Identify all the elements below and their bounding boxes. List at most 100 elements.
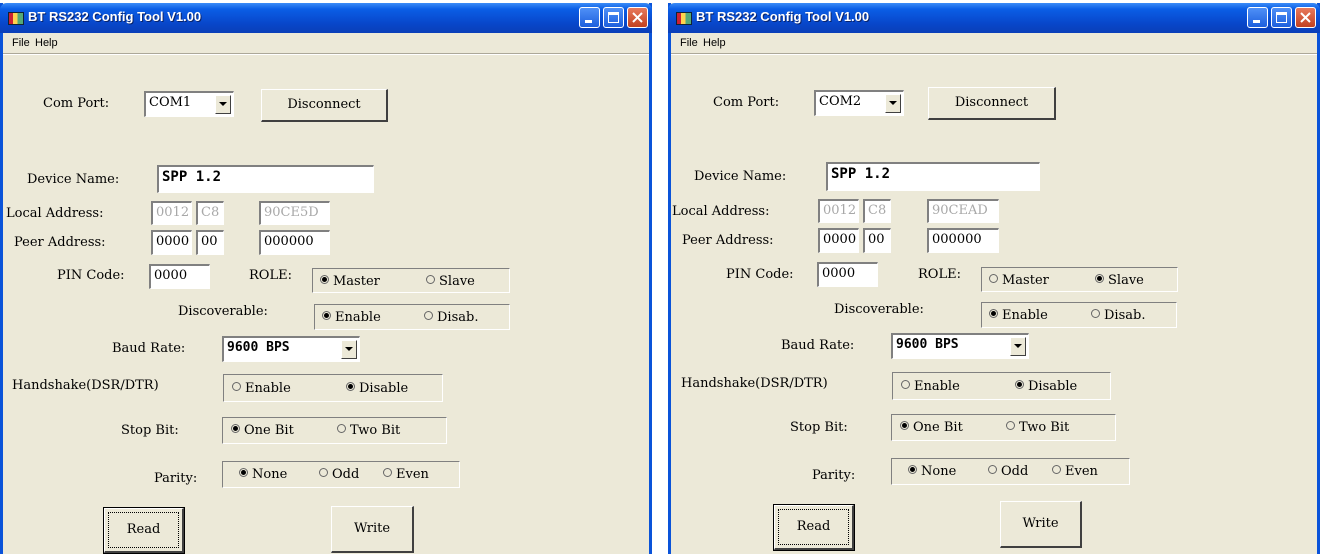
handshake-disable-radio[interactable]: Disable (346, 381, 408, 396)
radio-checked-icon (1095, 274, 1104, 283)
com-port-select[interactable]: COM1 (144, 91, 234, 117)
local-address-part-3: 90CE5D (259, 201, 330, 225)
menu-file[interactable]: File (680, 37, 698, 49)
discoverable-enable-radio[interactable]: Enable (989, 308, 1048, 323)
role-label: ROLE: (918, 267, 961, 282)
peer-address-part-2[interactable]: 00 (863, 228, 891, 253)
device-name-label: Device Name: (27, 172, 120, 187)
local-address-part-1: 0012 (818, 199, 859, 223)
write-button[interactable]: Write (1000, 501, 1082, 548)
close-button[interactable] (627, 7, 648, 28)
role-radio-group: Master Slave (312, 268, 510, 293)
discoverable-enable-radio[interactable]: Enable (322, 310, 381, 325)
local-address-part-3: 90CEAD (927, 199, 999, 223)
maximize-button[interactable] (1271, 7, 1292, 28)
device-name-field[interactable]: SPP 1.2 (157, 165, 374, 193)
parity-odd-radio[interactable]: Odd (988, 464, 1028, 479)
radio-unchecked-icon (424, 311, 433, 320)
disconnect-button[interactable]: Disconnect (261, 89, 388, 122)
read-button[interactable]: Read (773, 504, 855, 551)
local-address-label: Local Address: (6, 206, 104, 221)
disconnect-button[interactable]: Disconnect (928, 87, 1056, 120)
stop-bit-two-radio[interactable]: Two Bit (337, 423, 400, 438)
maximize-button[interactable] (603, 7, 624, 28)
parity-label: Parity: (154, 471, 198, 486)
menu-bar: File Help (3, 33, 649, 53)
peer-address-part-1[interactable]: 0000 (818, 228, 859, 253)
chevron-down-icon[interactable] (885, 94, 901, 113)
peer-address-part-3[interactable]: 000000 (927, 228, 999, 253)
pin-code-field[interactable]: 0000 (149, 264, 210, 289)
handshake-disable-radio[interactable]: Disable (1015, 379, 1077, 394)
menu-help[interactable]: Help (35, 37, 58, 49)
stop-bit-one-radio[interactable]: One Bit (900, 420, 963, 435)
baud-rate-select[interactable]: 9600 BPS (222, 336, 360, 362)
peer-address-part-2[interactable]: 00 (196, 230, 224, 255)
peer-address-label: Peer Address: (14, 235, 106, 250)
pin-code-field[interactable]: 0000 (817, 262, 878, 287)
window-title: BT RS232 Config Tool V1.00 (28, 9, 202, 24)
role-label: ROLE: (249, 268, 292, 283)
focus-rectangle (108, 512, 179, 548)
com-port-value: COM1 (149, 95, 192, 110)
window-title: BT RS232 Config Tool V1.00 (696, 9, 870, 24)
role-slave-radio[interactable]: Slave (426, 274, 475, 289)
minimize-button[interactable] (579, 7, 600, 28)
radio-checked-icon (1015, 380, 1024, 389)
stop-bit-label: Stop Bit: (121, 423, 179, 438)
chevron-down-icon[interactable] (341, 340, 357, 359)
radio-checked-icon (346, 382, 355, 391)
local-address-part-2: C8 (863, 199, 891, 223)
discoverable-disable-radio[interactable]: Disab. (1091, 308, 1145, 323)
stop-bit-two-radio[interactable]: Two Bit (1006, 420, 1069, 435)
device-name-field[interactable]: SPP 1.2 (826, 162, 1040, 191)
baud-rate-select[interactable]: 9600 BPS (891, 333, 1029, 359)
handshake-enable-radio[interactable]: Enable (901, 379, 960, 394)
radio-checked-icon (239, 468, 248, 477)
title-bar[interactable]: BT RS232 Config Tool V1.00 (668, 3, 1320, 33)
parity-radio-group: None Odd Even (891, 458, 1130, 485)
radio-unchecked-icon (988, 465, 997, 474)
device-name-label: Device Name: (694, 169, 787, 184)
stop-bit-one-radio[interactable]: One Bit (231, 423, 294, 438)
write-button[interactable]: Write (331, 506, 414, 553)
radio-unchecked-icon (383, 468, 392, 477)
role-slave-radio[interactable]: Slave (1095, 273, 1144, 288)
role-master-radio[interactable]: Master (989, 273, 1049, 288)
discoverable-radio-group: Enable Disab. (314, 304, 510, 330)
read-button[interactable]: Read (103, 507, 185, 554)
stop-bit-radio-group: One Bit Two Bit (222, 417, 447, 444)
com-port-label: Com Port: (43, 96, 110, 111)
parity-even-radio[interactable]: Even (383, 467, 429, 482)
stop-bit-radio-group: One Bit Two Bit (891, 414, 1116, 441)
handshake-radio-group: Enable Disable (223, 374, 443, 402)
radio-checked-icon (989, 309, 998, 318)
discoverable-label: Discoverable: (178, 304, 268, 319)
baud-rate-label: Baud Rate: (112, 341, 186, 356)
handshake-enable-radio[interactable]: Enable (232, 381, 291, 396)
close-button[interactable] (1295, 7, 1316, 28)
radio-unchecked-icon (989, 274, 998, 283)
com-port-select[interactable]: COM2 (814, 90, 904, 116)
peer-address-part-3[interactable]: 000000 (259, 230, 330, 255)
discoverable-disable-radio[interactable]: Disab. (424, 310, 478, 325)
handshake-radio-group: Enable Disable (892, 372, 1111, 400)
role-master-radio[interactable]: Master (320, 274, 380, 289)
parity-none-radio[interactable]: None (908, 464, 956, 479)
parity-odd-radio[interactable]: Odd (319, 467, 359, 482)
parity-even-radio[interactable]: Even (1052, 464, 1098, 479)
parity-none-radio[interactable]: None (239, 467, 287, 482)
app-icon (8, 12, 24, 25)
chevron-down-icon[interactable] (215, 95, 231, 114)
radio-unchecked-icon (232, 382, 241, 391)
radio-checked-icon (231, 424, 240, 433)
minimize-button[interactable] (1247, 7, 1268, 28)
title-bar[interactable]: BT RS232 Config Tool V1.00 (0, 3, 652, 33)
parity-radio-group: None Odd Even (222, 461, 460, 488)
chevron-down-icon[interactable] (1010, 337, 1026, 356)
menu-file[interactable]: File (12, 37, 30, 49)
menu-help[interactable]: Help (703, 37, 726, 49)
stop-bit-label: Stop Bit: (790, 420, 848, 435)
peer-address-part-1[interactable]: 0000 (151, 230, 192, 255)
parity-label: Parity: (812, 468, 856, 483)
